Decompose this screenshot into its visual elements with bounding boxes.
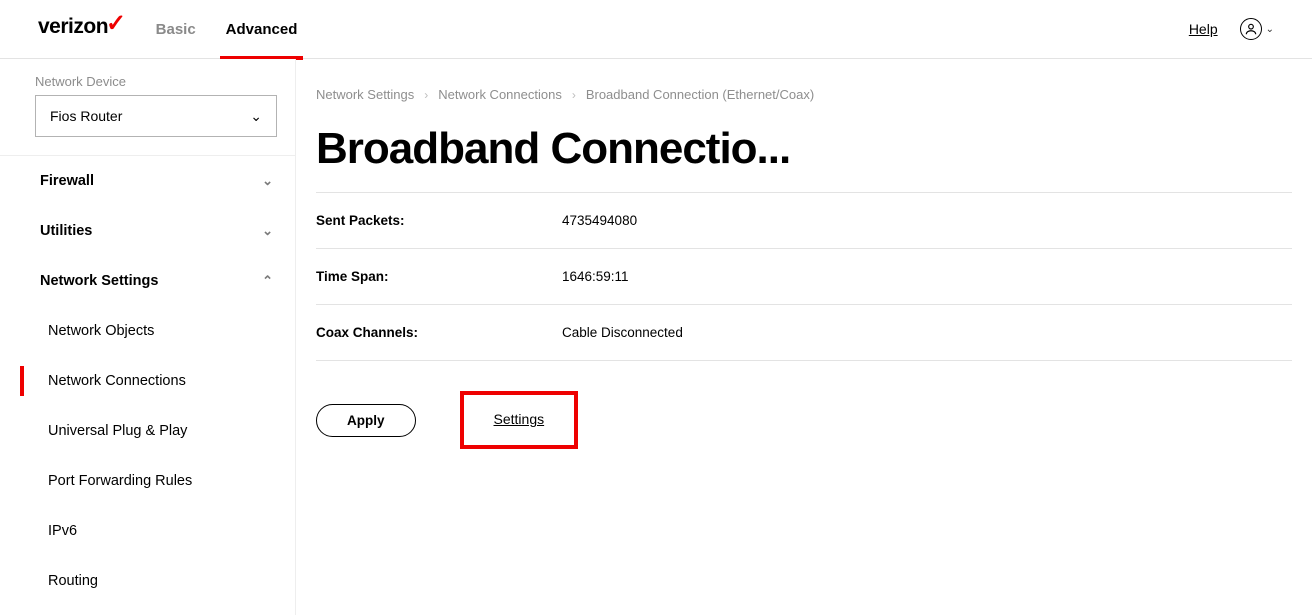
header-right: Help ⌄: [1189, 18, 1274, 40]
sidebar-item-ipv6[interactable]: IPv6: [0, 506, 295, 556]
app-header: verizon ✓ Basic Advanced Help ⌄: [0, 0, 1312, 59]
breadcrumb: Network Settings › Network Connections ›…: [316, 87, 1292, 102]
page-title: Broadband Connectio...: [316, 124, 1292, 174]
sidebar-group-label: Utilities: [40, 223, 92, 239]
sidebar-nav: Firewall ⌄ Utilities ⌄ Network Settings …: [0, 156, 295, 606]
sidebar-item-label: IPv6: [48, 523, 77, 539]
sidebar: Network Device Fios Router ⌄ Firewall ⌄ …: [0, 59, 296, 615]
settings-highlight-box: Settings: [460, 391, 579, 449]
row-value: 4735494080: [562, 213, 637, 228]
sidebar-item-network-objects[interactable]: Network Objects: [0, 306, 295, 356]
breadcrumb-item[interactable]: Network Connections: [438, 87, 562, 102]
tab-advanced[interactable]: Advanced: [226, 0, 298, 59]
sidebar-item-routing[interactable]: Routing: [0, 556, 295, 606]
sidebar-item-label: Port Forwarding Rules: [48, 473, 192, 489]
settings-link[interactable]: Settings: [494, 411, 545, 427]
breadcrumb-item[interactable]: Network Settings: [316, 87, 414, 102]
sidebar-group-label: Firewall: [40, 173, 94, 189]
info-table: Sent Packets: 4735494080 Time Span: 1646…: [316, 192, 1292, 361]
user-icon: [1240, 18, 1262, 40]
chevron-down-icon: ⌄: [262, 223, 273, 239]
table-row: Coax Channels: Cable Disconnected: [316, 305, 1292, 361]
breadcrumb-item[interactable]: Broadband Connection (Ethernet/Coax): [586, 87, 814, 102]
row-label: Sent Packets:: [316, 213, 562, 228]
chevron-down-icon: ⌄: [250, 108, 262, 125]
device-select[interactable]: Fios Router ⌄: [35, 95, 277, 137]
device-block: Network Device Fios Router ⌄: [0, 59, 295, 156]
apply-button[interactable]: Apply: [316, 404, 416, 437]
sidebar-item-port-forwarding[interactable]: Port Forwarding Rules: [0, 456, 295, 506]
chevron-right-icon: ›: [424, 88, 428, 102]
verizon-check-icon: ✓: [106, 9, 126, 38]
sidebar-item-label: Universal Plug & Play: [48, 423, 187, 439]
sidebar-item-label: Routing: [48, 573, 98, 589]
sidebar-item-upnp[interactable]: Universal Plug & Play: [0, 406, 295, 456]
top-tabs: Basic Advanced: [156, 0, 298, 59]
row-value: Cable Disconnected: [562, 325, 683, 340]
account-menu[interactable]: ⌄: [1240, 18, 1274, 40]
action-row: Apply Settings: [316, 391, 1292, 449]
sidebar-item-label: Network Objects: [48, 323, 154, 339]
sidebar-group-label: Network Settings: [40, 273, 158, 289]
chevron-down-icon: ⌄: [262, 173, 273, 189]
chevron-down-icon: ⌄: [1266, 24, 1274, 35]
layout: Network Device Fios Router ⌄ Firewall ⌄ …: [0, 59, 1312, 615]
help-link[interactable]: Help: [1189, 21, 1218, 37]
chevron-up-icon: ⌃: [262, 273, 273, 289]
sidebar-item-network-connections[interactable]: Network Connections: [0, 356, 295, 406]
sidebar-group-firewall[interactable]: Firewall ⌄: [0, 156, 295, 206]
sidebar-group-utilities[interactable]: Utilities ⌄: [0, 206, 295, 256]
row-value: 1646:59:11: [562, 269, 629, 284]
device-select-value: Fios Router: [50, 108, 122, 124]
chevron-right-icon: ›: [572, 88, 576, 102]
table-row: Time Span: 1646:59:11: [316, 249, 1292, 305]
sidebar-group-network-settings[interactable]: Network Settings ⌃: [0, 256, 295, 306]
logo-text: verizon: [38, 15, 108, 39]
row-label: Time Span:: [316, 269, 562, 284]
sidebar-item-label: Network Connections: [48, 373, 186, 389]
verizon-logo: verizon ✓: [38, 15, 126, 44]
device-label: Network Device: [35, 74, 277, 89]
row-label: Coax Channels:: [316, 325, 562, 340]
tab-basic[interactable]: Basic: [156, 0, 196, 59]
main-content: Network Settings › Network Connections ›…: [296, 59, 1312, 615]
table-row: Sent Packets: 4735494080: [316, 193, 1292, 249]
